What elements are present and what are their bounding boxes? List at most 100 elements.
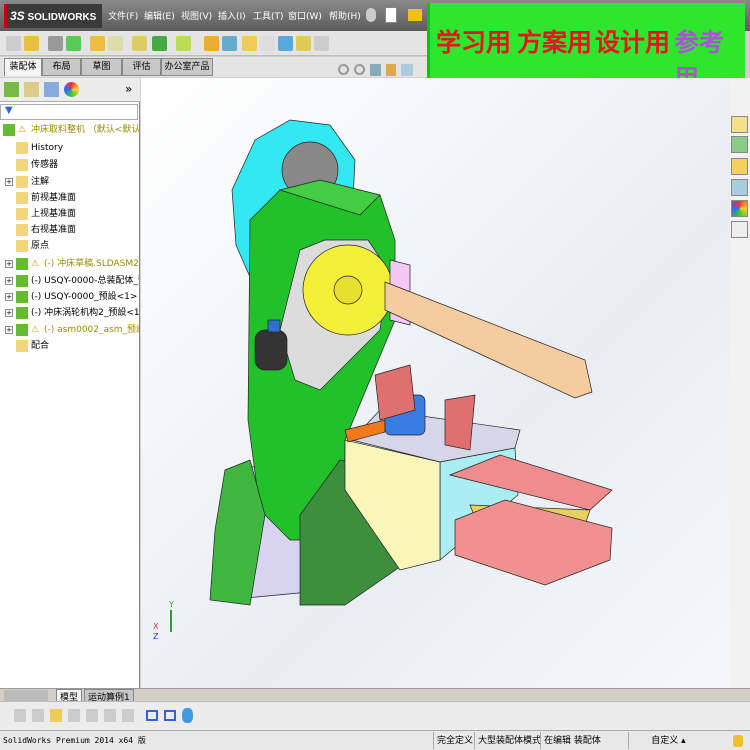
tree-item[interactable]: History	[0, 140, 139, 156]
tool-icon-3[interactable]	[50, 709, 62, 722]
axis-z-label: Z	[153, 632, 159, 641]
tool-icon-6[interactable]	[104, 709, 116, 722]
move-component-icon[interactable]	[108, 36, 123, 51]
component-icon	[16, 240, 28, 252]
tool-icon-1[interactable]	[14, 709, 26, 722]
menu-view[interactable]: 视图(V)	[181, 9, 212, 22]
expand-icon[interactable]: +	[5, 326, 13, 334]
reference-geometry-icon[interactable]	[176, 36, 191, 51]
feature-manager-tab-icon[interactable]	[4, 82, 19, 97]
tree-item-label: (-) USQY-0000-总装配体_预設	[31, 276, 139, 286]
bill-of-materials-icon[interactable]	[222, 36, 237, 51]
exploded-view-icon[interactable]	[242, 36, 257, 51]
tab-office-products[interactable]: 办公室产品	[161, 58, 213, 76]
appearances-icon[interactable]	[731, 200, 748, 217]
new-document-icon[interactable]	[385, 7, 397, 23]
tab-scroll-arrows[interactable]	[4, 690, 48, 701]
filter-input[interactable]: ▼	[0, 104, 138, 120]
linear-pattern-icon[interactable]	[66, 36, 81, 51]
menu-insert[interactable]: 插入(I)	[218, 9, 246, 22]
design-library-icon[interactable]	[731, 136, 748, 153]
pin-icon[interactable]	[366, 8, 376, 22]
instant3d-icon[interactable]	[314, 36, 329, 51]
tree-item[interactable]: 配合	[0, 338, 139, 354]
tree-item[interactable]: + (-) USQY-0000_预設<1> (默T	[0, 289, 139, 305]
smart-fasteners-icon[interactable]	[90, 36, 105, 51]
menu-tools[interactable]: 工具(T)	[253, 9, 284, 22]
tree-item[interactable]: 前视基准面	[0, 190, 139, 206]
new-motion-study-icon[interactable]	[204, 36, 219, 51]
tree-item-label: (-) 冲床草稿.SLDASM2_预	[44, 259, 139, 269]
tree-item[interactable]: 上视基准面	[0, 206, 139, 222]
tree-item[interactable]: + (-) USQY-0000-总装配体_预設	[0, 273, 139, 289]
assembly-features-icon[interactable]	[152, 36, 167, 51]
view-palette-icon[interactable]	[731, 179, 748, 196]
home-icon[interactable]	[731, 116, 748, 133]
graphics-viewport[interactable]: Y X Z	[141, 78, 730, 688]
zoom-area-icon[interactable]	[354, 64, 365, 75]
units-selector[interactable]: 自定义 ▴	[628, 732, 708, 749]
command-toolbar	[0, 31, 427, 56]
expand-icon[interactable]: +	[5, 277, 13, 285]
expand-chevron-icon[interactable]: »	[125, 82, 132, 96]
property-manager-tab-icon[interactable]	[24, 82, 39, 97]
expand-icon[interactable]: +	[5, 309, 13, 317]
show-hidden-icon[interactable]	[132, 36, 147, 51]
expand-icon[interactable]: +	[5, 178, 13, 186]
interference-detection-icon[interactable]	[278, 36, 293, 51]
tree-item[interactable]: + (-) 冲床涡轮机构2_预設<1>	[0, 305, 139, 321]
table-icon[interactable]	[164, 710, 176, 721]
axis-x-label: X	[153, 622, 159, 631]
tree-item[interactable]: 传感器	[0, 157, 139, 173]
red-bracket-2	[444, 394, 476, 451]
tab-layout[interactable]: 布局	[42, 58, 81, 76]
section-view-icon[interactable]	[386, 64, 396, 76]
tree-item-label: 配合	[31, 341, 50, 351]
menu-window[interactable]: 窗口(W)	[288, 9, 322, 22]
open-folder-icon[interactable]	[408, 9, 422, 21]
red-bracket	[374, 364, 416, 421]
tree-item[interactable]: ⚠ 冲床取料整机 （默认<默认_显	[0, 122, 139, 138]
expand-icon[interactable]: +	[5, 293, 13, 301]
warning-icon: ⚠	[31, 259, 40, 269]
previous-view-icon[interactable]	[370, 64, 381, 76]
file-explorer-icon[interactable]	[731, 158, 748, 175]
logo-text: SOLIDWORKS	[27, 12, 97, 23]
task-pane	[730, 78, 750, 688]
menu-edit[interactable]: 编辑(E)	[144, 9, 175, 22]
tool-icon-4[interactable]	[68, 709, 80, 722]
tree-item-label: 冲床取料整机 （默认<默认_显	[31, 125, 139, 135]
tool-icon-2[interactable]	[32, 709, 44, 722]
tree-item-label: 前视基准面	[31, 193, 77, 203]
tree-item[interactable]: + ⚠ (-) asm0002_asm_预設<1>	[0, 322, 139, 338]
clearance-icon[interactable]	[296, 36, 311, 51]
motion-study-icon[interactable]	[182, 708, 193, 723]
edit-component-icon[interactable]	[6, 36, 21, 51]
tab-evaluate[interactable]: 评估	[122, 58, 161, 76]
tree-item[interactable]: 原点	[0, 238, 139, 254]
view-orientation-icon[interactable]	[401, 64, 413, 76]
tool-icon-7[interactable]	[122, 709, 134, 722]
menu-help[interactable]: 帮助(H)	[329, 9, 361, 22]
solidworks-logo[interactable]: 3S SOLIDWORKS	[4, 4, 102, 28]
tab-sketch[interactable]: 草图	[81, 58, 122, 76]
mate-icon[interactable]	[48, 36, 63, 51]
tag-icon[interactable]	[733, 735, 743, 747]
zoom-to-fit-icon[interactable]	[338, 64, 349, 75]
explode-line-sketch-icon[interactable]	[260, 36, 275, 51]
menu-file[interactable]: 文件(F)	[108, 9, 138, 22]
insert-component-icon[interactable]	[24, 36, 39, 51]
tool-icon-5[interactable]	[86, 709, 98, 722]
tab-assembly[interactable]: 装配体	[4, 58, 42, 76]
tree-item[interactable]: + 注解	[0, 174, 139, 190]
display-manager-tab-icon[interactable]	[64, 82, 79, 97]
configuration-manager-tab-icon[interactable]	[44, 82, 59, 97]
window-icon[interactable]	[146, 710, 158, 721]
status-large-assembly-mode: 大型装配体模式	[474, 732, 544, 749]
component-icon	[16, 159, 28, 171]
expand-icon[interactable]: +	[5, 260, 13, 268]
tree-item[interactable]: 右视基准面	[0, 222, 139, 238]
component-icon	[16, 307, 28, 319]
tree-item[interactable]: + ⚠ (-) 冲床草稿.SLDASM2_预	[0, 256, 139, 272]
custom-properties-icon[interactable]	[731, 221, 748, 238]
